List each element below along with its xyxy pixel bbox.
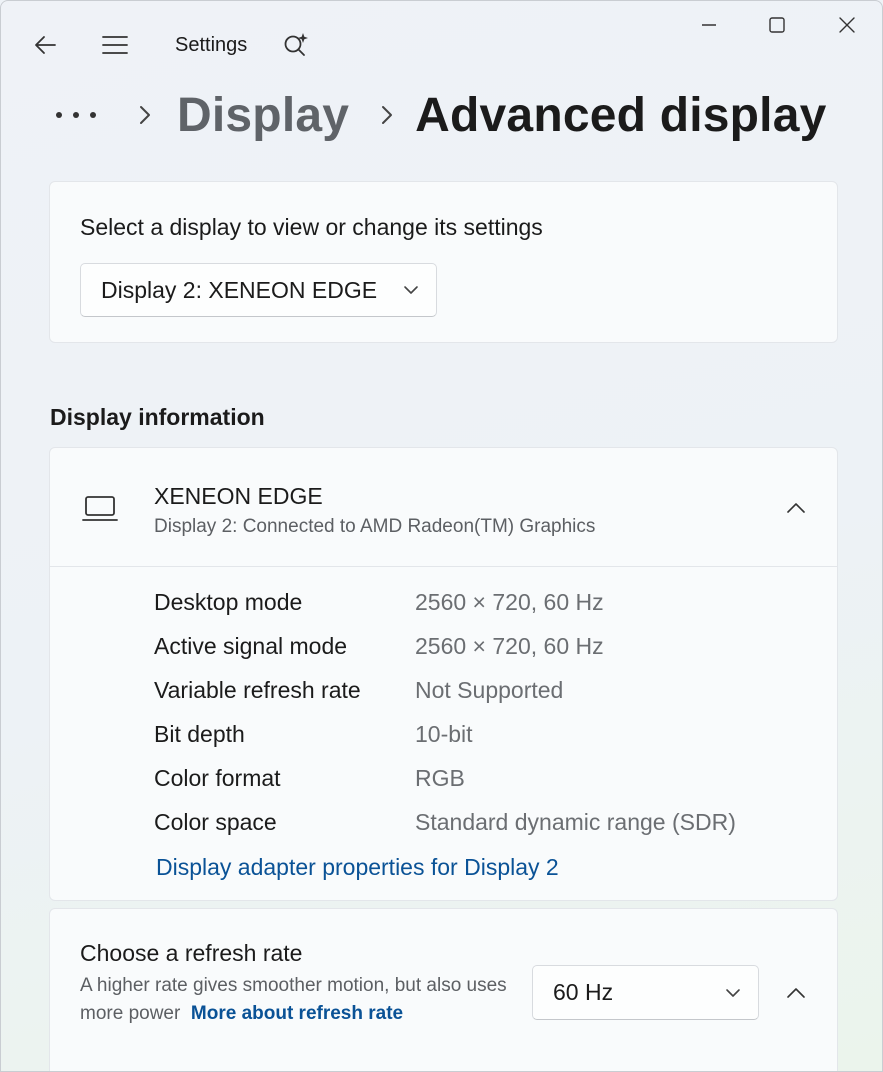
sparkle-search-icon — [284, 33, 308, 56]
chevron-right-icon — [140, 106, 150, 124]
display-information-header[interactable]: XENEON EDGE Display 2: Connected to AMD … — [50, 448, 837, 567]
hamburger-menu-icon — [102, 36, 128, 54]
close-icon — [839, 17, 855, 33]
refresh-rate-title: Choose a refresh rate — [80, 940, 303, 966]
breadcrumb-separator — [367, 103, 407, 127]
chevron-down-icon — [708, 988, 758, 998]
title-bar: Settings — [1, 1, 882, 71]
section-title-display-information: Display information — [50, 404, 265, 430]
chevron-right-icon — [382, 106, 393, 124]
chevron-down-icon — [386, 285, 436, 295]
property-value: 2560 × 720, 60 Hz — [415, 589, 604, 615]
chevron-up-icon — [787, 503, 805, 513]
settings-window: Settings Display Advanced display Select… — [0, 0, 883, 1072]
property-label: Active signal mode — [154, 633, 348, 659]
property-row: Bit depth 10-bit — [154, 721, 814, 751]
breadcrumb-more-button[interactable] — [55, 95, 103, 135]
display-selector-value: Display 2: XENEON EDGE — [101, 276, 378, 303]
more-dots-icon — [56, 112, 96, 118]
property-row: Variable refresh rate Not Supported — [154, 677, 814, 707]
property-label: Bit depth — [154, 721, 245, 747]
back-arrow-icon — [35, 36, 56, 54]
navigation-menu-button[interactable] — [95, 27, 135, 63]
chevron-up-icon — [787, 988, 805, 998]
property-value: 2560 × 720, 60 Hz — [415, 633, 604, 659]
close-button[interactable] — [827, 5, 867, 45]
refresh-rate-card: Choose a refresh rate A higher rate give… — [49, 908, 838, 1071]
breadcrumb: Display Advanced display — [55, 85, 827, 145]
maximize-button[interactable] — [757, 5, 797, 45]
display-information-card: XENEON EDGE Display 2: Connected to AMD … — [49, 447, 838, 901]
breadcrumb-display-link[interactable]: Display — [177, 88, 349, 143]
display-connection-subtitle: Display 2: Connected to AMD Radeon(TM) G… — [154, 516, 596, 537]
display-name: XENEON EDGE — [154, 483, 323, 509]
window-title: Settings — [175, 34, 248, 56]
property-row: Active signal mode 2560 × 720, 60 Hz — [154, 633, 814, 663]
refresh-rate-dropdown[interactable]: 60 Hz — [532, 965, 759, 1020]
display-adapter-properties-link[interactable]: Display adapter properties for Display 2 — [156, 854, 559, 881]
property-label: Variable refresh rate — [154, 677, 361, 703]
display-selector-dropdown[interactable]: Display 2: XENEON EDGE — [80, 263, 437, 317]
property-value: RGB — [415, 765, 465, 791]
property-row: Desktop mode 2560 × 720, 60 Hz — [154, 589, 814, 619]
property-row: Color format RGB — [154, 765, 814, 795]
page-title: Advanced display — [415, 88, 827, 142]
property-row: Color space Standard dynamic range (SDR) — [154, 809, 814, 839]
property-value: Standard dynamic range (SDR) — [415, 809, 736, 835]
more-about-refresh-rate-link[interactable]: More about refresh rate — [191, 1003, 403, 1024]
select-display-label: Select a display to view or change its s… — [80, 214, 543, 240]
refresh-rate-description: A higher rate gives smoother motion, but… — [80, 972, 510, 1028]
back-button[interactable] — [25, 27, 65, 63]
select-display-card: Select a display to view or change its s… — [49, 181, 838, 343]
breadcrumb-separator — [123, 103, 167, 127]
property-value: 10-bit — [415, 721, 473, 747]
property-label: Color format — [154, 765, 281, 791]
maximize-icon — [769, 17, 785, 33]
minimize-button[interactable] — [689, 5, 729, 45]
property-value: Not Supported — [415, 677, 564, 703]
laptop-icon — [82, 496, 118, 521]
minimize-icon — [702, 24, 716, 26]
refresh-rate-value: 60 Hz — [553, 979, 614, 1005]
property-label: Color space — [154, 809, 277, 835]
refresh-rate-collapse-button[interactable] — [776, 977, 816, 1009]
collapse-button[interactable] — [776, 492, 816, 524]
copilot-search-button[interactable] — [279, 27, 313, 63]
property-label: Desktop mode — [154, 589, 303, 615]
